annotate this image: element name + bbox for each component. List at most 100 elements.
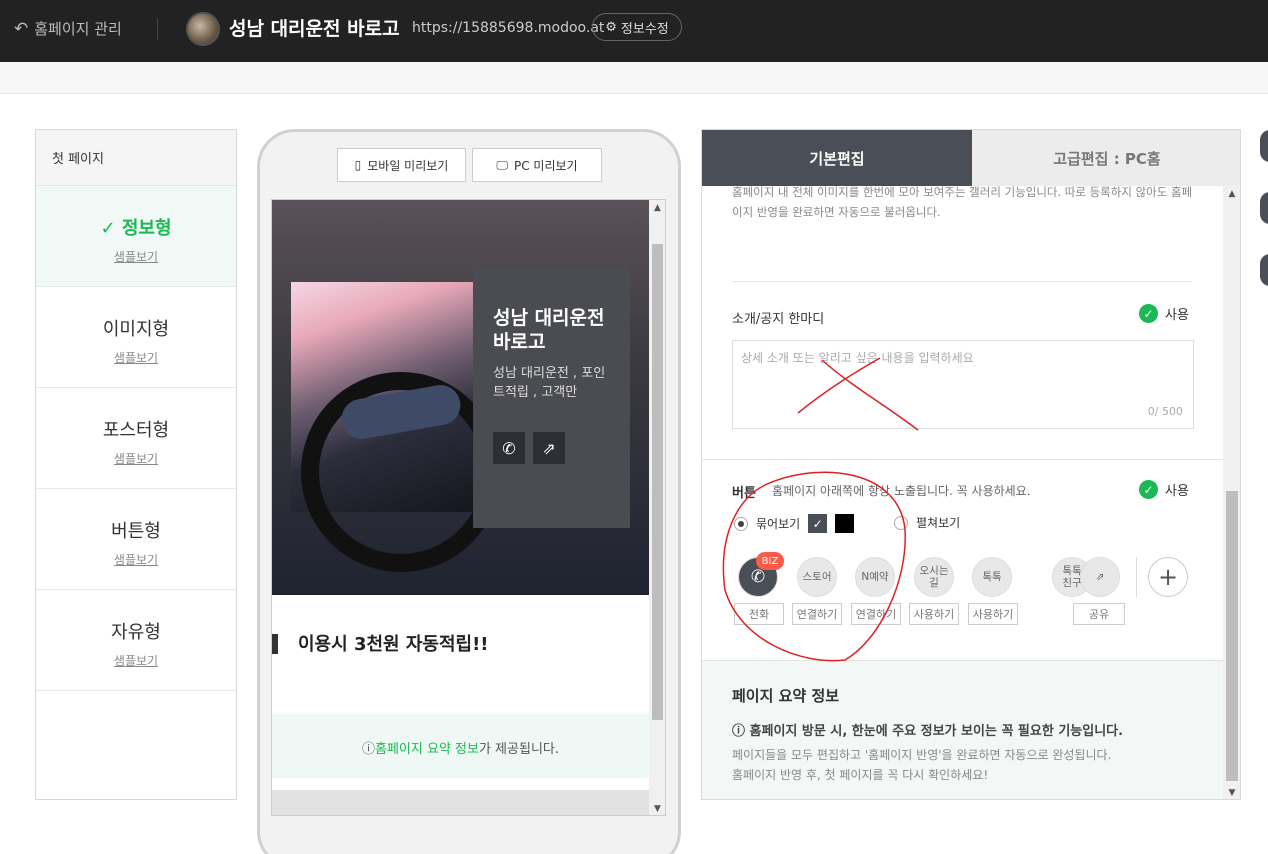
summary-link[interactable]: 홈페이지 요약 정보 (375, 742, 479, 757)
layout-sidebar: 첫 페이지 ✓ 정보형 샘플보기 이미지형 샘플보기 포스터형 샘플보기 버튼형… (35, 129, 237, 800)
site-url[interactable]: https://15885698.modoo.at (412, 20, 604, 36)
section-divider (702, 459, 1223, 460)
check-icon[interactable]: ✓ (808, 514, 828, 533)
intro-placeholder: 상세 소개 또는 알리고 싶은 내용을 입력하세요 (741, 351, 974, 365)
grouped-option[interactable]: 묶어보기 ✓ (734, 514, 855, 533)
layout-name: 자유형 (111, 622, 161, 643)
driving-photo (291, 282, 501, 572)
mobile-preview-button[interactable]: ▯ 모바일 미리보기 (337, 148, 466, 182)
notice-text: 이용시 3천원 자동적립!! (298, 634, 489, 655)
scroll-thumb[interactable] (652, 244, 663, 720)
expanded-radio[interactable] (894, 515, 908, 530)
button-use-toggle[interactable]: ✓ 사용 (1139, 480, 1189, 499)
color-swatch-black[interactable] (835, 514, 855, 533)
talktalk-button[interactable]: 톡톡 (972, 557, 1012, 597)
top-bar: ↶ 홈페이지 관리 성남 대리운전 바로고 https://15885698.m… (0, 0, 1268, 62)
scroll-down-icon[interactable]: ▼ (649, 804, 665, 814)
hero-image: 성남 대리운전 바로고 성남 대리운전 , 포인트적립 , 고객만 ✆ ⇗ (272, 200, 649, 595)
n-reservation-button[interactable]: N예약 (855, 557, 895, 597)
add-button[interactable]: + (1148, 557, 1188, 597)
layout-name: 정보형 (121, 218, 172, 239)
phone-icon[interactable]: ✆ (493, 432, 525, 464)
sample-link[interactable]: 샘플보기 (114, 551, 158, 568)
scroll-up-icon[interactable]: ▲ (649, 203, 665, 213)
mobile-preview-label: 모바일 미리보기 (367, 158, 449, 173)
layout-item-free[interactable]: 자유형 샘플보기 (36, 590, 236, 691)
notice: 이용시 3천원 자동적립!! (272, 628, 649, 658)
back-arrow-icon: ↶ (14, 18, 29, 39)
pc-preview-button[interactable]: 🖵 PC 미리보기 (472, 148, 602, 182)
topbar-divider (157, 18, 158, 40)
talktalk-use-box[interactable]: 사용하기 (968, 603, 1018, 625)
grouped-label: 묶어보기 (756, 517, 801, 531)
site-title: 성남 대리운전 바로고 (229, 18, 400, 40)
store-button[interactable]: 스토어 (797, 557, 837, 597)
check-icon: ✓ (1139, 304, 1158, 323)
preview-scrollbar[interactable]: ▲ ▼ (649, 200, 665, 815)
editor-panel: 기본편집 고급편집 : PC홈 홈페이지 내 전체 이미지를 한번에 모아 보여… (701, 129, 1241, 800)
monitor-icon: 🖵 (496, 157, 508, 172)
sub-bar (0, 62, 1268, 94)
side-action-2[interactable] (1260, 192, 1268, 224)
expanded-option[interactable]: 펼쳐보기 (894, 514, 960, 531)
expanded-label: 펼쳐보기 (916, 516, 961, 530)
side-action-3[interactable] (1260, 254, 1268, 286)
check-icon: ✓ (100, 218, 116, 239)
preview-footer (272, 790, 649, 815)
layout-name: 버튼형 (111, 521, 161, 542)
directions-button[interactable]: 오시는길 (914, 557, 954, 597)
use-label: 사용 (1165, 484, 1189, 499)
layout-item-poster[interactable]: 포스터형 샘플보기 (36, 388, 236, 489)
scroll-thumb[interactable] (1226, 491, 1238, 781)
editor-scrollbar[interactable]: ▲ ▼ (1223, 186, 1240, 799)
share-button[interactable]: ⇗ (1080, 557, 1120, 597)
intro-textarea[interactable]: 상세 소개 또는 알리고 싶은 내용을 입력하세요 0/ 500 (732, 340, 1194, 429)
store-connect-box[interactable]: 연결하기 (792, 603, 842, 625)
info-edit-label: 정보수정 (620, 21, 669, 37)
button-section-label: 버튼 (732, 486, 756, 501)
info-icon: ⓘ (362, 742, 376, 757)
reservation-connect-box[interactable]: 연결하기 (851, 603, 901, 625)
tab-basic-edit[interactable]: 기본편집 (702, 130, 972, 186)
layout-item-button[interactable]: 버튼형 샘플보기 (36, 489, 236, 590)
gallery-description: 홈페이지 내 전체 이미지를 한번에 모아 보여주는 갤러리 기능입니다. 따로… (732, 185, 1193, 219)
share-icon[interactable]: ⇗ (533, 432, 565, 464)
sample-link[interactable]: 샘플보기 (114, 248, 158, 265)
directions-use-box[interactable]: 사용하기 (909, 603, 959, 625)
sample-link[interactable]: 샘플보기 (114, 349, 158, 366)
summary-main: 홈페이지 방문 시, 한눈에 주요 정보가 보이는 꼭 필요한 기능입니다. (749, 724, 1124, 739)
pc-preview-label: PC 미리보기 (513, 158, 578, 173)
hero-info-box: 성남 대리운전 바로고 성남 대리운전 , 포인트적립 , 고객만 ✆ ⇗ (473, 266, 630, 528)
sample-link[interactable]: 샘플보기 (114, 450, 158, 467)
summary-title: 페이지 요약 정보 (732, 687, 840, 705)
tab-advanced-edit[interactable]: 고급편집 : PC홈 (972, 130, 1240, 186)
scroll-down-icon[interactable]: ▼ (1223, 788, 1240, 798)
intro-label: 소개/공지 한마디 (732, 312, 825, 327)
layout-name: 포스터형 (102, 420, 170, 441)
share-label-box[interactable]: 공유 (1073, 603, 1125, 625)
call-label-box[interactable]: 전화 (734, 603, 784, 625)
side-action-1[interactable] (1260, 130, 1268, 162)
layout-name: 이미지형 (102, 319, 170, 340)
site-logo (186, 12, 220, 46)
button-divider (1136, 557, 1137, 597)
sample-link[interactable]: 샘플보기 (114, 652, 158, 669)
mobile-icon: ▯ (354, 158, 362, 172)
back-to-homepage-management[interactable]: ↶ 홈페이지 관리 (14, 18, 122, 39)
share-icon: ⇗ (1095, 571, 1105, 583)
sidebar-header: 첫 페이지 (36, 130, 236, 186)
back-label: 홈페이지 관리 (34, 20, 122, 38)
layout-item-info[interactable]: ✓ 정보형 샘플보기 (36, 186, 236, 287)
intro-use-toggle[interactable]: ✓ 사용 (1139, 304, 1189, 323)
preview-screen: 성남 대리운전 바로고 성남 대리운전 , 포인트적립 , 고객만 ✆ ⇗ 이용… (271, 199, 666, 816)
scroll-up-icon[interactable]: ▲ (1223, 189, 1240, 199)
hero-title: 성남 대리운전 바로고 (493, 307, 605, 353)
info-edit-button[interactable]: ⚙ 정보수정 (592, 13, 682, 41)
grouped-radio[interactable] (734, 516, 748, 531)
info-icon: ⓘ (732, 724, 746, 739)
phone-icon: ✆ (750, 567, 766, 587)
layout-item-image[interactable]: 이미지형 샘플보기 (36, 287, 236, 388)
summary-rest: 가 제공됩니다. (478, 742, 559, 757)
char-counter: 0/ 500 (1147, 405, 1183, 418)
summary-sub-1: 페이지들을 모두 편집하고 '홈페이지 반영'을 완료하면 자동으로 완성됩니다… (732, 748, 1112, 762)
